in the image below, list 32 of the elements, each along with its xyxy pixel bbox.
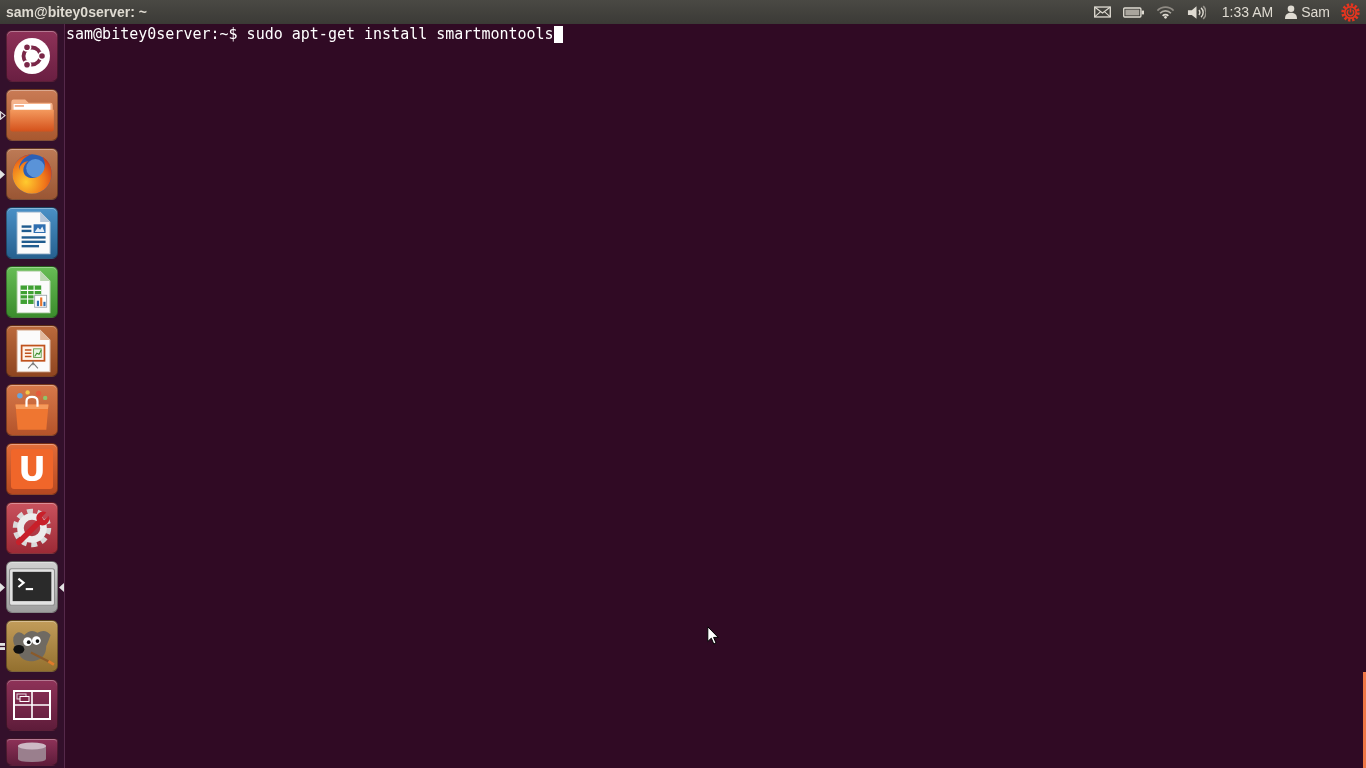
trash-button[interactable] [6, 738, 58, 766]
mail-icon[interactable] [1093, 6, 1111, 18]
person-icon [1285, 5, 1298, 19]
wifi-icon[interactable] [1155, 5, 1175, 19]
folder-icon [9, 97, 55, 133]
text-cursor [553, 26, 563, 43]
scrollbar-thumb[interactable] [1363, 672, 1366, 768]
command-text: sudo apt-get install smartmontools [246, 26, 554, 43]
app-launcher-button[interactable] [6, 207, 58, 259]
app-launcher-button[interactable] [6, 384, 58, 436]
app-launcher-button[interactable] [6, 325, 58, 377]
workspace-switcher-button[interactable] [6, 679, 58, 731]
battery-icon[interactable] [1122, 6, 1144, 18]
window-title: sam@bitey0server: ~ [6, 4, 147, 20]
app-launcher-button[interactable] [6, 266, 58, 318]
gear-wrench-icon [10, 506, 54, 550]
ring-logo-icon [14, 38, 50, 74]
app-launcher-button[interactable] [6, 620, 58, 672]
app-launcher-button[interactable] [6, 561, 58, 613]
dash-button[interactable] [6, 30, 58, 82]
volume-icon[interactable] [1186, 4, 1206, 20]
globe-icon [10, 152, 54, 196]
app-launcher-button[interactable] [6, 89, 58, 141]
mouse-pointer-icon [707, 626, 719, 645]
workspace-grid-icon [13, 690, 51, 720]
clock-menu[interactable]: 1:33 AM [1221, 4, 1274, 20]
terminal-icon [9, 568, 55, 606]
user-menu[interactable]: Sam [1285, 4, 1330, 20]
app-launcher-button[interactable] [6, 502, 58, 554]
trash-icon [15, 742, 49, 762]
power-gear-icon[interactable] [1341, 2, 1360, 22]
prompt-text: sam@bitey0server:~$ [66, 26, 238, 43]
